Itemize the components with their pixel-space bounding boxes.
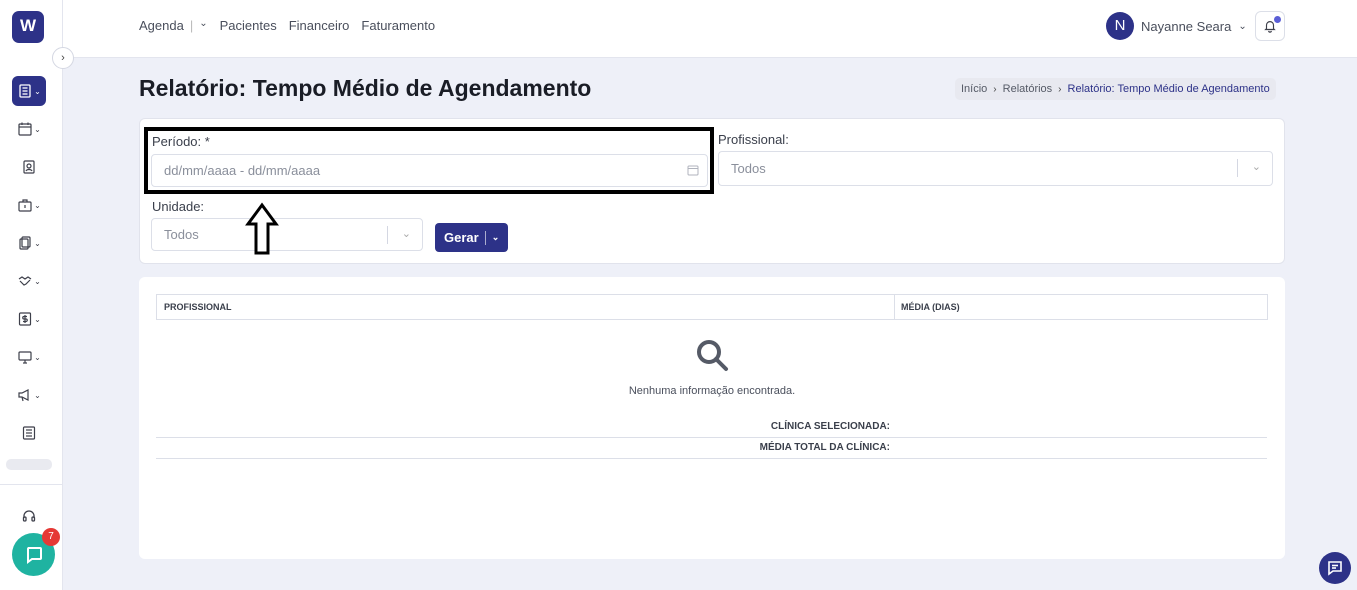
profissional-value: Todos [731, 161, 766, 176]
sidebar-item-monitor[interactable]: ⌄ [12, 342, 46, 372]
sidebar: W ⌄ ⌄ ⌄ ⌄ ⌄ ⌄ ⌄ ⌄ [0, 0, 63, 590]
sidebar-item-patients[interactable] [12, 152, 46, 182]
breadcrumb-home[interactable]: Início [961, 83, 987, 95]
calendar-icon [687, 165, 699, 176]
summary-row-media-total: MÉDIA TOTAL DA CLÍNICA: [156, 438, 1267, 459]
headset-icon [22, 510, 36, 522]
select-separator [1237, 159, 1238, 177]
chevron-down-icon: ⌄ [34, 314, 41, 324]
sidebar-item-support[interactable] [12, 501, 46, 531]
periodo-date-range-input[interactable]: dd/mm/aaaa - dd/mm/aaaa [151, 154, 708, 187]
column-profissional[interactable]: PROFISSIONAL [157, 295, 895, 319]
copy-document-icon [19, 236, 31, 250]
app-logo[interactable]: W [12, 11, 44, 43]
periodo-placeholder: dd/mm/aaaa - dd/mm/aaaa [164, 163, 321, 178]
chevron-down-icon: ⌄ [1251, 161, 1261, 173]
sidebar-item-news[interactable] [12, 418, 46, 448]
notification-dot [1274, 16, 1281, 23]
empty-message: Nenhuma informação encontrada. [628, 385, 796, 397]
nav-faturamento[interactable]: Faturamento [361, 18, 435, 33]
sidebar-item-calendar[interactable]: ⌄ [12, 114, 46, 144]
avatar: N [1106, 12, 1134, 40]
support-chat-button[interactable] [1319, 552, 1351, 584]
chevron-down-icon: ⌄ [34, 276, 41, 286]
nav-financeiro[interactable]: Financeiro [289, 18, 350, 33]
up-arrow-annotation [245, 202, 279, 255]
document-list-icon [19, 84, 31, 98]
chevron-down-icon: ⌄ [1238, 20, 1247, 32]
button-separator [484, 230, 486, 245]
handshake-icon [18, 276, 32, 286]
chevron-down-icon: ⌄ [34, 238, 41, 248]
calendar-icon [18, 122, 32, 136]
gerar-label: Gerar [444, 230, 479, 245]
column-media-dias[interactable]: MÉDIA (DIAS) [895, 295, 966, 319]
summary-clinica-label: CLÍNICA SELECIONADA: [770, 421, 890, 432]
unidade-label: Unidade: [152, 199, 205, 214]
gerar-button[interactable]: Gerar ⌄ [435, 223, 508, 252]
sidebar-divider [0, 484, 62, 485]
summary-row-clinica: CLÍNICA SELECIONADA: [156, 417, 1267, 438]
breadcrumb: Início › Relatórios › Relatório: Tempo M… [955, 78, 1276, 100]
unidade-value: Todos [164, 227, 199, 242]
message-icon [1328, 561, 1342, 576]
user-menu[interactable]: N Nayanne Seara ⌄ [1106, 12, 1247, 40]
select-separator [387, 226, 388, 244]
chevron-right-icon: › [1058, 83, 1062, 95]
page-title: Relatório: Tempo Médio de Agendamento [139, 75, 592, 101]
search-icon [697, 340, 728, 371]
chevron-down-icon: ⌄ [34, 352, 41, 362]
chat-icon [26, 546, 42, 564]
user-name: Nayanne Seara [1141, 18, 1232, 34]
sidebar-collapse-button[interactable]: › [52, 47, 74, 69]
top-bar: Agenda | ⌄ Pacientes Financeiro Faturame… [63, 0, 1357, 58]
newspaper-icon [22, 426, 36, 440]
breadcrumb-reports[interactable]: Relatórios [1003, 83, 1053, 95]
notifications-button[interactable] [1255, 11, 1285, 41]
unidade-select[interactable]: Todos ⌄ [151, 218, 423, 251]
chevron-down-icon: ⌄ [401, 228, 411, 240]
sidebar-item-finance[interactable]: ⌄ [12, 304, 46, 334]
chevron-right-icon: › [993, 83, 997, 95]
chevron-down-icon[interactable]: ⌄ [492, 232, 500, 243]
nav-separator: | [189, 18, 194, 33]
top-navigation: Agenda | ⌄ Pacientes Financeiro Faturame… [139, 18, 435, 33]
contact-card-icon [23, 160, 35, 174]
profissional-label: Profissional: [718, 132, 789, 147]
sidebar-scroll-indicator[interactable] [6, 459, 52, 470]
sidebar-item-clinic[interactable]: ⌄ [12, 190, 46, 220]
nav-pacientes[interactable]: Pacientes [220, 18, 277, 33]
sidebar-item-handshake[interactable]: ⌄ [12, 266, 46, 296]
chevron-down-icon: ⌄ [34, 200, 41, 210]
chevron-down-icon[interactable]: ⌄ [199, 18, 207, 33]
summary-media-total-label: MÉDIA TOTAL DA CLÍNICA: [759, 442, 890, 453]
profissional-select[interactable]: Todos ⌄ [718, 151, 1273, 186]
periodo-label: Período: * [152, 134, 210, 149]
breadcrumb-current: Relatório: Tempo Médio de Agendamento [1067, 83, 1270, 95]
briefcase-icon [18, 199, 32, 212]
sidebar-item-documents[interactable]: ⌄ [12, 228, 46, 258]
monitor-icon [18, 351, 32, 364]
dollar-icon [19, 312, 32, 326]
nav-agenda[interactable]: Agenda [139, 18, 184, 33]
table-header: PROFISSIONAL MÉDIA (DIAS) [156, 294, 1268, 320]
chevron-down-icon: ⌄ [34, 86, 41, 96]
chevron-down-icon: ⌄ [34, 124, 41, 134]
sidebar-item-reports[interactable]: ⌄ [12, 76, 46, 106]
chat-notification-badge: 7 [42, 528, 60, 546]
